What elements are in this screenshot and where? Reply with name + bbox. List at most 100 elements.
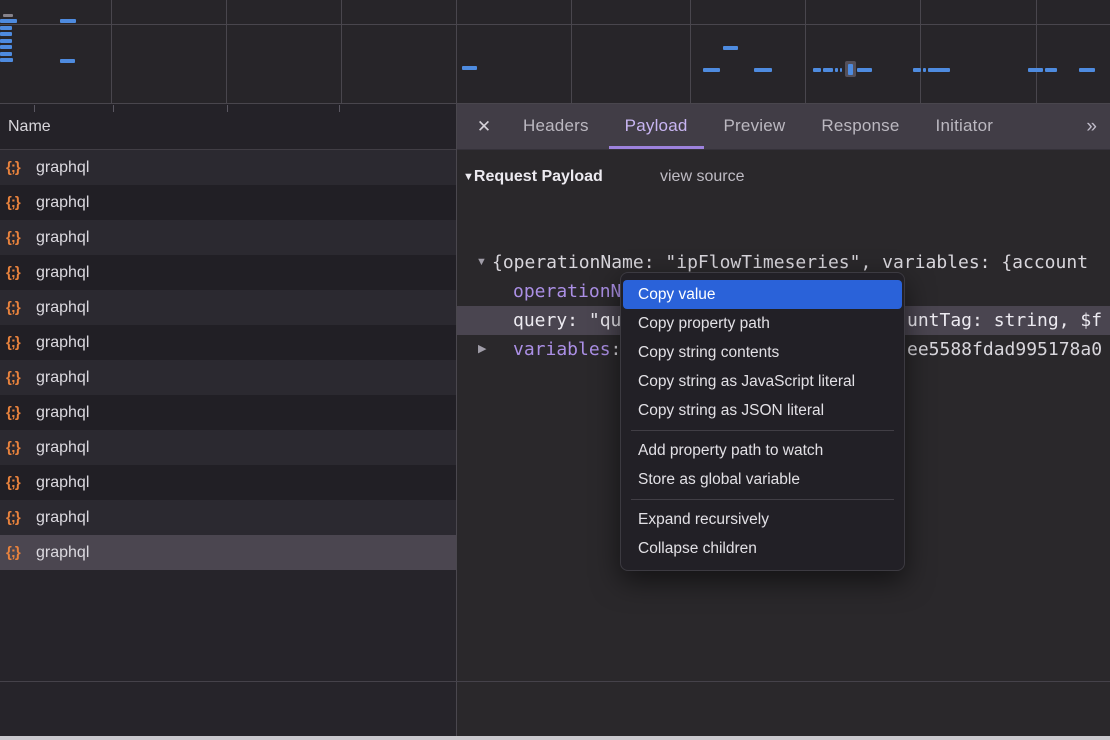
summary-bar-divider [0,681,1110,682]
network-request-row[interactable]: {;} graphql [0,150,456,185]
waterfall-request-bar [0,52,12,56]
request-name-label: graphql [36,509,89,527]
menu-item-copy-value[interactable]: Copy value [623,280,902,309]
network-request-row[interactable]: {;}graphql [0,360,456,395]
request-name-label: graphql [36,299,89,317]
json-request-icon: {;} [6,439,30,456]
panel-divider[interactable] [456,104,457,736]
network-request-row[interactable]: {;}graphql [0,325,456,360]
summary-text: {operationName: "ipFlowTimeseries", vari… [492,252,1088,273]
request-payload-section-header[interactable]: ▼Request Payload [463,168,603,192]
waterfall-request-bar [913,68,921,72]
json-request-icon: {;} [6,509,30,526]
network-request-row[interactable]: {;} graphql [0,290,456,325]
menu-item-expand-recursively[interactable]: Expand recursively [623,505,902,534]
network-request-row[interactable]: {;}graphql [0,395,456,430]
network-overview-waterfall[interactable] [0,0,1110,104]
waterfall-request-bar [1045,68,1057,72]
waterfall-tick [339,105,340,112]
waterfall-selected-bar [848,64,853,75]
json-request-icon: {;} [6,159,30,176]
menu-item-copy-string-as-json-literal[interactable]: Copy string as JSON literal [623,396,902,425]
waterfall-request-bar [723,46,738,50]
menu-item-collapse-children[interactable]: Collapse children [623,534,902,563]
section-expand-icon: ▼ [463,171,474,183]
request-name-label: graphql [36,544,89,562]
query-text-left: query: "qu [513,310,621,331]
waterfall-request-bar [813,68,821,72]
json-request-icon: {;} [6,544,30,561]
request-name-label: graphql [36,404,89,422]
tab-initiator[interactable]: Initiator [920,104,1010,149]
tab-response[interactable]: Response [805,104,915,149]
request-name-label: graphql [36,159,89,177]
waterfall-gridline [341,0,342,103]
waterfall-tick [227,105,228,112]
query-text-right: untTag: string, $f [907,306,1102,335]
waterfall-request-bar [1028,68,1043,72]
menu-item-copy-string-as-javascript-literal[interactable]: Copy string as JavaScript literal [623,367,902,396]
request-name-label: graphql [36,194,89,212]
tree-collapse-icon[interactable]: ▶ [478,335,486,364]
requests-panel: Name {;}graphql{;}graphql{;}graphql{;}gr… [0,104,456,736]
waterfall-request-bar [835,68,838,72]
variables-text-right: ee5588fdad995178a0 [907,335,1102,364]
request-list: {;} graphql {;} graphql {;} graphql {;} graphql… [0,150,456,570]
request-name-label: graphql [36,439,89,457]
tab-payload[interactable]: Payload [609,104,704,149]
waterfall-tick [34,105,35,112]
waterfall-gridline [1036,0,1037,103]
more-tabs-icon[interactable]: » [1086,116,1096,138]
detail-tabbar: ✕ HeadersPayloadPreviewResponseInitiator… [456,104,1110,150]
json-request-icon: {;} [6,474,30,491]
waterfall-request-bar [923,68,926,72]
waterfall-request-bar [0,26,12,30]
waterfall-gridline [805,0,806,103]
waterfall-request-bar [60,59,75,63]
network-request-row[interactable]: {;} graphql [0,500,456,535]
menu-separator [631,430,894,431]
waterfall-request-bar [0,58,13,62]
json-request-icon: {;} [6,194,30,211]
waterfall-gridline [226,0,227,103]
menu-item-add-property-path-to-watch[interactable]: Add property path to watch [623,436,902,465]
network-request-row[interactable]: {;}graphql [0,220,456,255]
tree-expand-icon[interactable]: ▼ [476,248,487,277]
json-request-icon: {;} [6,229,30,246]
request-name-label: graphql [36,264,89,282]
menu-item-copy-property-path[interactable]: Copy property path [623,309,902,338]
json-request-icon: {;} [6,369,30,386]
network-request-row[interactable]: {;} graphql [0,255,456,290]
name-column-header[interactable]: Name [0,104,456,150]
network-request-row[interactable]: {;} graphql [0,185,456,220]
tab-headers[interactable]: Headers [507,104,605,149]
devtools-network-panel: Name {;}graphql{;}graphql{;}graphql{;}gr… [0,0,1110,740]
waterfall-request-bar [928,68,950,72]
menu-item-store-as-global-variable[interactable]: Store as global variable [623,465,902,494]
waterfall-gridline [690,0,691,103]
tab-preview[interactable]: Preview [708,104,802,149]
window-bottom-edge [0,736,1110,740]
waterfall-gridline [920,0,921,103]
view-source-link[interactable]: view source [660,168,744,186]
waterfall-gridline [456,0,457,103]
close-icon[interactable]: ✕ [473,104,495,150]
waterfall-request-bar [1079,68,1095,72]
menu-separator [631,499,894,500]
property-key: variables [513,339,611,360]
waterfall-request-bar [0,32,12,36]
network-request-row[interactable]: {;} graphql [0,535,456,570]
json-request-icon: {;} [6,264,30,281]
waterfall-request-bar [823,68,833,72]
waterfall-request-bar [754,68,772,72]
waterfall-request-bar [0,39,12,43]
menu-item-copy-string-contents[interactable]: Copy string contents [623,338,902,367]
request-name-label: graphql [36,474,89,492]
network-request-row[interactable]: {;} graphql [0,430,456,465]
waterfall-request-bar [840,68,842,72]
waterfall-request-bar [857,68,872,72]
json-request-icon: {;} [6,334,30,351]
network-request-row[interactable]: {;} graphql [0,465,456,500]
json-request-icon: {;} [6,299,30,316]
waterfall-request-bar [3,14,13,17]
